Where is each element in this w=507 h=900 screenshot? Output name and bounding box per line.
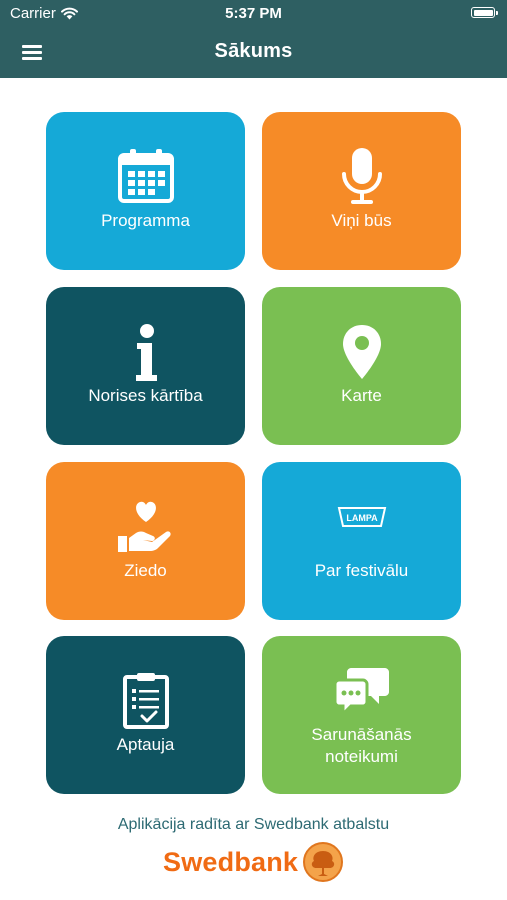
tile-sarunasanas-noteikumi[interactable]: Sarunāšanās noteikumi — [262, 636, 461, 794]
lampa-logo-icon: LAMPA — [337, 507, 386, 527]
sponsor-text: Aplikācija radīta ar Swedbank atbalstu — [117, 816, 390, 833]
tile-karte[interactable]: Karte — [262, 287, 461, 445]
tile-vini-bus[interactable]: Viņi būs — [262, 112, 461, 270]
lampa-logo-text: LAMPA — [346, 513, 378, 523]
tile-norises-kartiba[interactable]: Norises kārtība — [46, 287, 245, 445]
tile-label: Norises kārtība — [88, 386, 203, 405]
status-time: 5:37 PM — [225, 5, 282, 22]
tile-ziedo[interactable]: Ziedo — [46, 462, 245, 620]
tile-label: Par festivālu — [314, 561, 409, 580]
calendar-icon — [117, 149, 174, 203]
tile-label: Programma — [101, 211, 190, 230]
swedbank-oak-icon — [303, 842, 344, 882]
info-icon — [135, 324, 157, 381]
tile-label: Sarunāšanās noteikumi — [311, 725, 412, 766]
tile-label: Ziedo — [124, 561, 167, 580]
tile-aptauja[interactable]: Aptauja — [46, 636, 245, 794]
microphone-icon — [341, 148, 382, 204]
tile-label: Karte — [341, 386, 382, 405]
status-bar: Carrier 5:37 PM — [0, 0, 507, 28]
tile-label: Viņi būs — [331, 211, 392, 230]
clipboard-icon — [122, 673, 169, 729]
chat-bubbles-icon — [333, 668, 389, 718]
tile-par-festivalu[interactable]: LAMPA Par festivālu — [262, 462, 461, 620]
tile-programma[interactable]: Programma — [46, 112, 245, 270]
tile-label: Aptauja — [116, 735, 175, 754]
page-title: Sākums — [214, 40, 293, 62]
sponsor-logo[interactable]: Swedbank — [163, 840, 344, 884]
nav-bar: Sākums — [0, 28, 507, 78]
brand-wordmark: Swedbank — [163, 846, 299, 877]
heart-hand-icon — [117, 501, 171, 552]
map-pin-icon — [342, 325, 381, 379]
battery-icon — [471, 7, 498, 18]
